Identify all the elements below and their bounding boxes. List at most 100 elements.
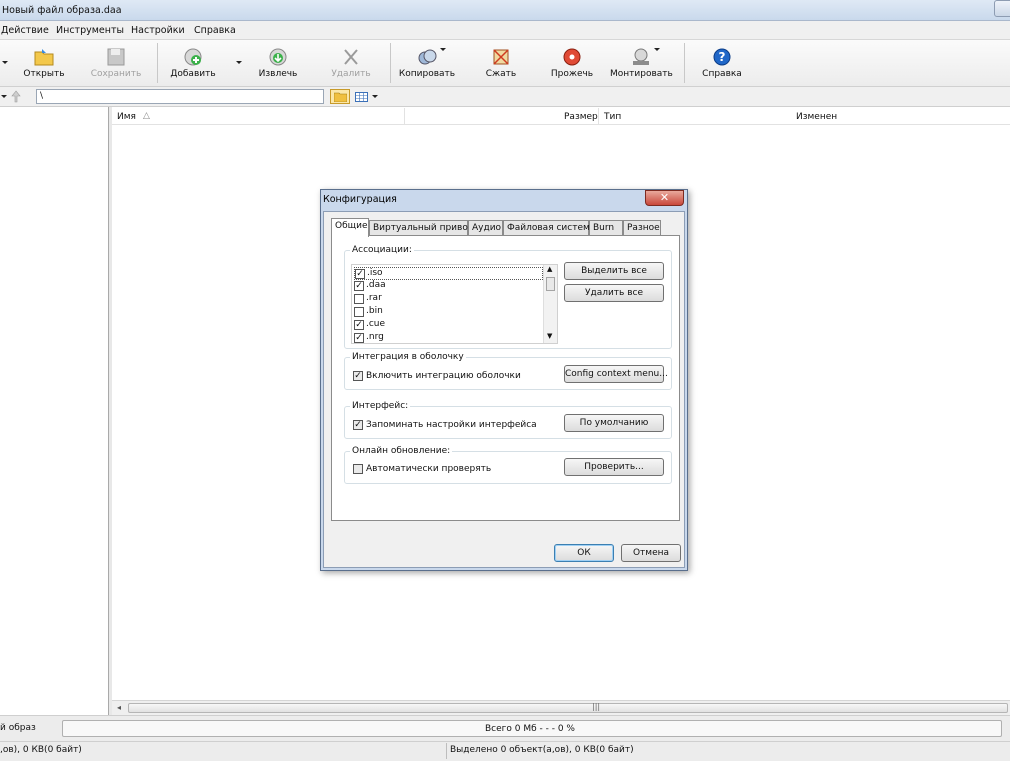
open-button[interactable]: Открыть — [20, 40, 68, 87]
scroll-up-icon[interactable]: ▲ — [547, 265, 552, 273]
save-label: Сохранить — [90, 69, 142, 79]
associations-list[interactable]: ✓ .iso ✓ .daa .rar .bin ✓ .cue ✓ .nrg ▲ … — [351, 264, 558, 344]
column-divider[interactable] — [598, 108, 599, 124]
burn-label: Прожечь — [550, 69, 594, 79]
tab-burn[interactable]: Burn — [589, 220, 623, 236]
folder-tree[interactable] — [0, 107, 109, 715]
shell-integration-text: Включить интеграцию оболочки — [366, 371, 521, 381]
horizontal-scrollbar[interactable]: ◂ ||| — [112, 700, 1010, 715]
scroll-thumb[interactable]: ||| — [128, 702, 1008, 713]
save-button[interactable]: Сохранить — [90, 40, 142, 87]
column-divider[interactable] — [404, 108, 405, 124]
checkbox-rar[interactable] — [354, 294, 364, 304]
close-icon: ✕ — [659, 191, 670, 204]
tab-file-system[interactable]: Файловая система — [503, 220, 595, 236]
delete-button[interactable]: Удалить — [328, 40, 374, 87]
remember-interface-text: Запоминать настройки интерфейса — [366, 420, 537, 430]
column-name[interactable]: Имя — [117, 112, 136, 122]
menu-bar: Действие Инструменты Настройки Справка — [0, 21, 1010, 40]
toolbar-separator — [684, 43, 685, 83]
add-disc-icon — [184, 48, 202, 66]
online-update-label: Онлайн обновление: — [350, 446, 453, 456]
back-dropdown-arrow[interactable] — [1, 95, 7, 98]
open-folder-icon — [34, 49, 54, 66]
folder-view-button[interactable] — [330, 89, 350, 104]
checkbox-daa[interactable]: ✓ — [354, 281, 364, 291]
shell-integration-checkbox[interactable]: ✓ — [353, 371, 363, 381]
up-arrow-icon[interactable] — [10, 90, 22, 103]
mount-button[interactable]: Монтировать — [610, 40, 673, 87]
toolbar-separator — [157, 43, 158, 83]
help-button[interactable]: ? Справка — [699, 40, 745, 87]
mount-dropdown-arrow[interactable] — [654, 48, 660, 51]
interface-group: Интерфейс: ✓ Запоминать настройки интерф… — [344, 401, 672, 439]
mount-label: Монтировать — [610, 69, 673, 79]
auto-check-checkbox[interactable] — [353, 464, 363, 474]
cancel-button[interactable]: Отмена — [621, 544, 681, 562]
copy-button[interactable]: Копировать — [398, 40, 456, 87]
column-modified[interactable]: Изменен — [796, 112, 837, 122]
column-size[interactable]: Размер — [564, 112, 598, 122]
copy-dropdown-arrow[interactable] — [440, 48, 446, 51]
menu-tools[interactable]: Инструменты — [56, 25, 124, 36]
scroll-down-icon[interactable]: ▼ — [547, 332, 552, 340]
config-context-menu-button[interactable]: Config context menu... — [564, 365, 668, 383]
list-scroll-thumb[interactable] — [546, 277, 555, 291]
list-scrollbar[interactable]: ▲ ▼ — [543, 265, 557, 343]
scroll-left-icon[interactable]: ◂ — [117, 703, 121, 712]
burn-button[interactable]: Прожечь — [549, 40, 595, 87]
ext-label: .rar — [366, 293, 382, 303]
checkbox-iso[interactable]: ✓ — [355, 269, 365, 279]
online-update-group: Онлайн обновление: Автоматически проверя… — [344, 446, 672, 484]
checkbox-bin[interactable] — [354, 307, 364, 317]
toolbar: Открыть Сохранить Добавить Извлечь Удали… — [0, 40, 1010, 87]
configuration-dialog: Конфигурация ✕ Общие Виртуальный привод … — [320, 189, 688, 571]
tab-virtual-drive[interactable]: Виртуальный привод — [369, 220, 474, 236]
ok-button[interactable]: ОК — [554, 544, 614, 562]
checkbox-cue[interactable]: ✓ — [354, 320, 364, 330]
select-all-button[interactable]: Выделить все — [564, 262, 664, 280]
ext-label: .nrg — [366, 332, 384, 342]
shell-integration-label: Интеграция в оболочку — [350, 352, 466, 362]
delete-label: Удалить — [331, 69, 371, 79]
tab-audio[interactable]: Аудио — [468, 220, 503, 236]
view-mode-icon[interactable] — [355, 92, 368, 102]
menu-action[interactable]: Действие — [1, 25, 49, 36]
checkbox-nrg[interactable]: ✓ — [354, 333, 364, 343]
copy-discs-icon — [418, 49, 437, 65]
grip-icon: ||| — [592, 702, 601, 711]
folder-icon — [334, 92, 347, 102]
dialog-title: Конфигурация — [323, 194, 397, 205]
floppy-icon — [107, 48, 125, 66]
extract-disc-icon — [269, 48, 287, 66]
restore-button[interactable] — [994, 0, 1010, 17]
path-input[interactable]: \ — [36, 89, 324, 104]
dialog-body: Общие Виртуальный привод Аудио Файловая … — [323, 211, 685, 568]
check-now-button[interactable]: Проверить... — [564, 458, 664, 476]
menu-help[interactable]: Справка — [194, 25, 236, 36]
shell-integration-group: Интеграция в оболочку ✓ Включить интегра… — [344, 352, 672, 390]
column-type[interactable]: Тип — [604, 112, 621, 122]
delete-all-button[interactable]: Удалить все — [564, 284, 664, 302]
toolbar-separator — [390, 43, 391, 83]
extract-label: Извлечь — [258, 69, 298, 79]
dialog-close-button[interactable]: ✕ — [645, 190, 684, 206]
compress-button[interactable]: Сжать — [480, 40, 522, 87]
new-dropdown-arrow[interactable] — [2, 61, 8, 64]
remember-interface-checkbox[interactable]: ✓ — [353, 420, 363, 430]
defaults-button[interactable]: По умолчанию — [564, 414, 664, 432]
menu-settings[interactable]: Настройки — [131, 25, 185, 36]
view-dropdown-arrow[interactable] — [372, 95, 378, 98]
status-bar-bottom: ,ов), 0 КВ(0 байт) Выделено 0 объект(а,о… — [0, 741, 1010, 761]
tab-panel-general: Ассоциации: ✓ .iso ✓ .daa .rar .bin ✓ .c… — [331, 235, 680, 521]
tab-misc[interactable]: Разное — [623, 220, 661, 236]
add-button[interactable]: Добавить — [168, 40, 218, 87]
capacity-text: Всего 0 Мб - - - 0 % — [485, 724, 575, 734]
add-dropdown-arrow[interactable] — [236, 61, 242, 64]
extract-button[interactable]: Извлечь — [255, 40, 301, 87]
auto-check-text: Автоматически проверять — [366, 464, 492, 474]
tab-general[interactable]: Общие — [331, 218, 369, 237]
ext-label: .daa — [366, 280, 386, 290]
list-item[interactable]: ✓ .iso — [354, 267, 543, 280]
open-label: Открыть — [23, 69, 65, 79]
